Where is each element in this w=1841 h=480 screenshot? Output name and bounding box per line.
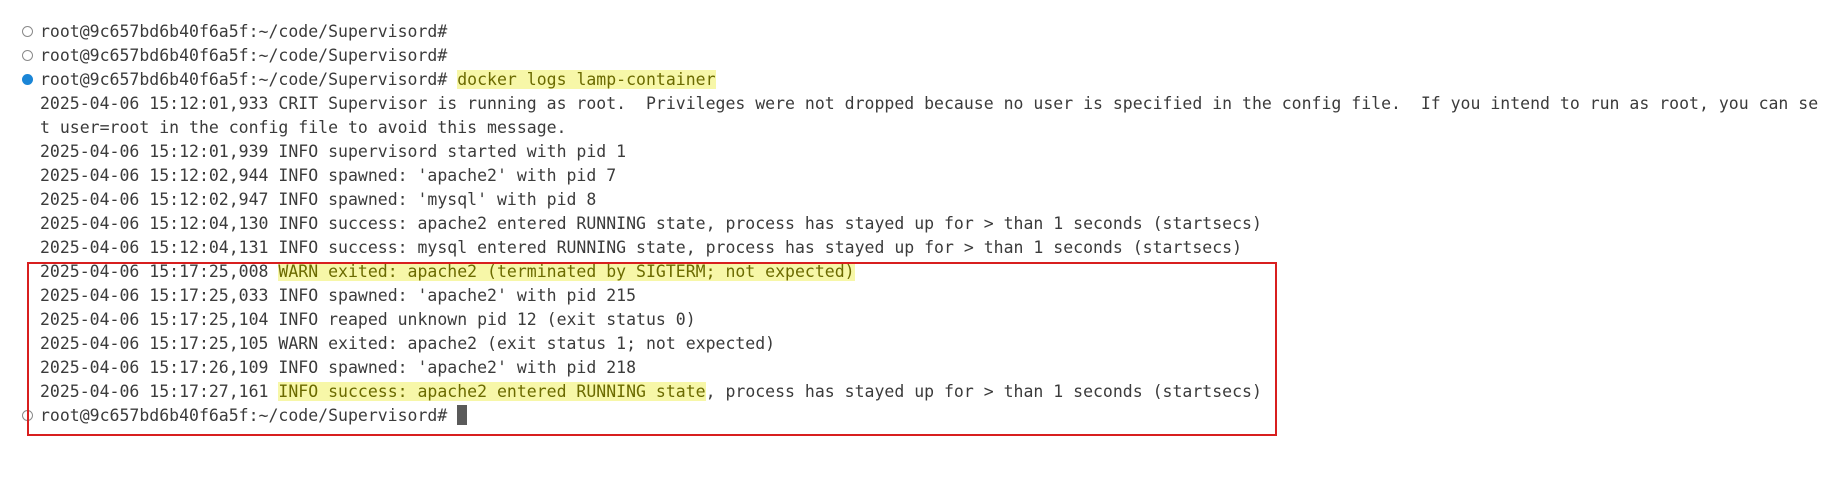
log-line: 2025-04-06 15:17:25,033 INFO spawned: 'a… [40, 284, 636, 308]
prompt-text: root@9c657bd6b40f6a5f:~/code/Supervisord… [40, 46, 448, 65]
command-status-marker[interactable] [22, 74, 33, 85]
log-line: 2025-04-06 15:17:27,161 INFO success: ap… [40, 380, 1262, 404]
prompt-text: root@9c657bd6b40f6a5f:~/code/Supervisord… [40, 22, 448, 41]
log-message: CRIT Supervisor is running as root. Priv… [278, 94, 1819, 113]
log-line: 2025-04-06 15:17:26,109 INFO spawned: 'a… [40, 356, 636, 380]
log-timestamp: 2025-04-06 15:17:25,104 [40, 310, 269, 329]
log-message: , process has stayed up for > than 1 sec… [705, 382, 1262, 401]
command-text: docker logs lamp-container [457, 70, 716, 89]
command-status-marker[interactable] [22, 50, 33, 61]
prompt-text: root@9c657bd6b40f6a5f:~/code/Supervisord… [40, 70, 448, 89]
log-line: 2025-04-06 15:17:25,008 WARN exited: apa… [40, 260, 855, 284]
log-timestamp: 2025-04-06 15:12:01,939 [40, 142, 269, 161]
log-message-highlighted: WARN exited: apache2 (terminated by SIGT… [278, 262, 855, 281]
log-line: 2025-04-06 15:12:04,130 INFO success: ap… [40, 212, 1262, 236]
log-timestamp: 2025-04-06 15:12:01,933 [40, 94, 269, 113]
command-line: root@9c657bd6b40f6a5f:~/code/Supervisord… [40, 68, 716, 92]
log-line: 2025-04-06 15:17:25,105 WARN exited: apa… [40, 332, 775, 356]
command-status-marker[interactable] [22, 26, 33, 37]
log-message: WARN exited: apache2 (exit status 1; not… [278, 334, 776, 353]
log-line: 2025-04-06 15:12:02,947 INFO spawned: 'm… [40, 188, 596, 212]
prompt-line: root@9c657bd6b40f6a5f:~/code/Supervisord… [40, 20, 447, 44]
prompt-text: root@9c657bd6b40f6a5f:~/code/Supervisord… [40, 406, 448, 425]
log-timestamp: 2025-04-06 15:17:26,109 [40, 358, 269, 377]
log-message: t user=root in the config file to avoid … [40, 118, 567, 137]
log-message: INFO reaped unknown pid 12 (exit status … [278, 310, 696, 329]
log-line: 2025-04-06 15:12:01,939 INFO supervisord… [40, 140, 626, 164]
command-status-marker[interactable] [22, 410, 33, 421]
log-timestamp: 2025-04-06 15:17:25,105 [40, 334, 269, 353]
log-line: 2025-04-06 15:12:02,944 INFO spawned: 'a… [40, 164, 616, 188]
log-timestamp: 2025-04-06 15:17:25,008 [40, 262, 269, 281]
log-message: INFO spawned: 'mysql' with pid 8 [278, 190, 597, 209]
log-message: INFO spawned: 'apache2' with pid 215 [278, 286, 637, 305]
log-timestamp: 2025-04-06 15:17:27,161 [40, 382, 269, 401]
log-message: INFO supervisord started with pid 1 [278, 142, 627, 161]
prompt-line: root@9c657bd6b40f6a5f:~/code/Supervisord… [40, 44, 447, 68]
log-timestamp: 2025-04-06 15:12:04,131 [40, 238, 269, 257]
terminal-cursor [457, 405, 468, 425]
prompt-line-active[interactable]: root@9c657bd6b40f6a5f:~/code/Supervisord… [40, 404, 468, 428]
log-timestamp: 2025-04-06 15:17:25,033 [40, 286, 269, 305]
log-timestamp: 2025-04-06 15:12:02,944 [40, 166, 269, 185]
log-message: INFO spawned: 'apache2' with pid 218 [278, 358, 637, 377]
log-timestamp: 2025-04-06 15:12:04,130 [40, 214, 269, 233]
log-message: INFO success: mysql entered RUNNING stat… [278, 238, 1243, 257]
log-message: INFO spawned: 'apache2' with pid 7 [278, 166, 617, 185]
log-line: 2025-04-06 15:12:01,933 CRIT Supervisor … [40, 92, 1818, 116]
log-message: INFO success: apache2 entered RUNNING st… [278, 214, 1262, 233]
log-line-wrapped: t user=root in the config file to avoid … [40, 116, 567, 140]
log-line: 2025-04-06 15:12:04,131 INFO success: my… [40, 236, 1242, 260]
terminal-panel[interactable]: root@9c657bd6b40f6a5f:~/code/Supervisord… [0, 0, 1841, 480]
log-timestamp: 2025-04-06 15:12:02,947 [40, 190, 269, 209]
log-message-highlighted: INFO success: apache2 entered RUNNING st… [278, 382, 706, 401]
log-line: 2025-04-06 15:17:25,104 INFO reaped unkn… [40, 308, 696, 332]
